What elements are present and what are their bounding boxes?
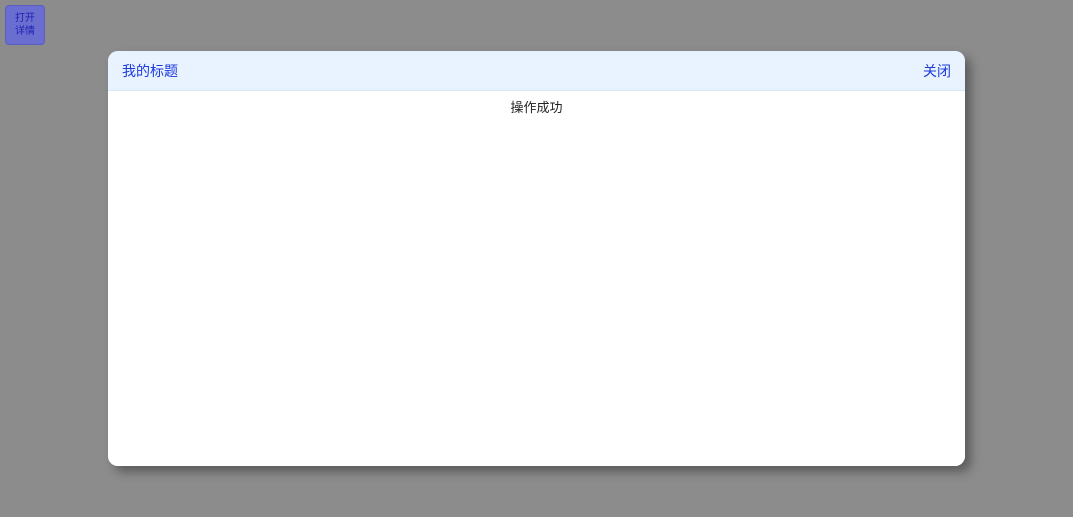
close-button[interactable]: 关闭 <box>923 61 951 81</box>
modal-message: 操作成功 <box>108 97 965 116</box>
modal-title: 我的标题 <box>122 61 178 81</box>
open-details-button[interactable]: 打开 详情 <box>5 5 45 45</box>
open-button-line2: 详情 <box>15 25 35 38</box>
modal-body: 操作成功 <box>108 91 965 466</box>
modal-header: 我的标题 关闭 <box>108 51 965 91</box>
open-button-line1: 打开 <box>15 12 35 25</box>
modal-dialog: 我的标题 关闭 操作成功 <box>108 51 965 466</box>
